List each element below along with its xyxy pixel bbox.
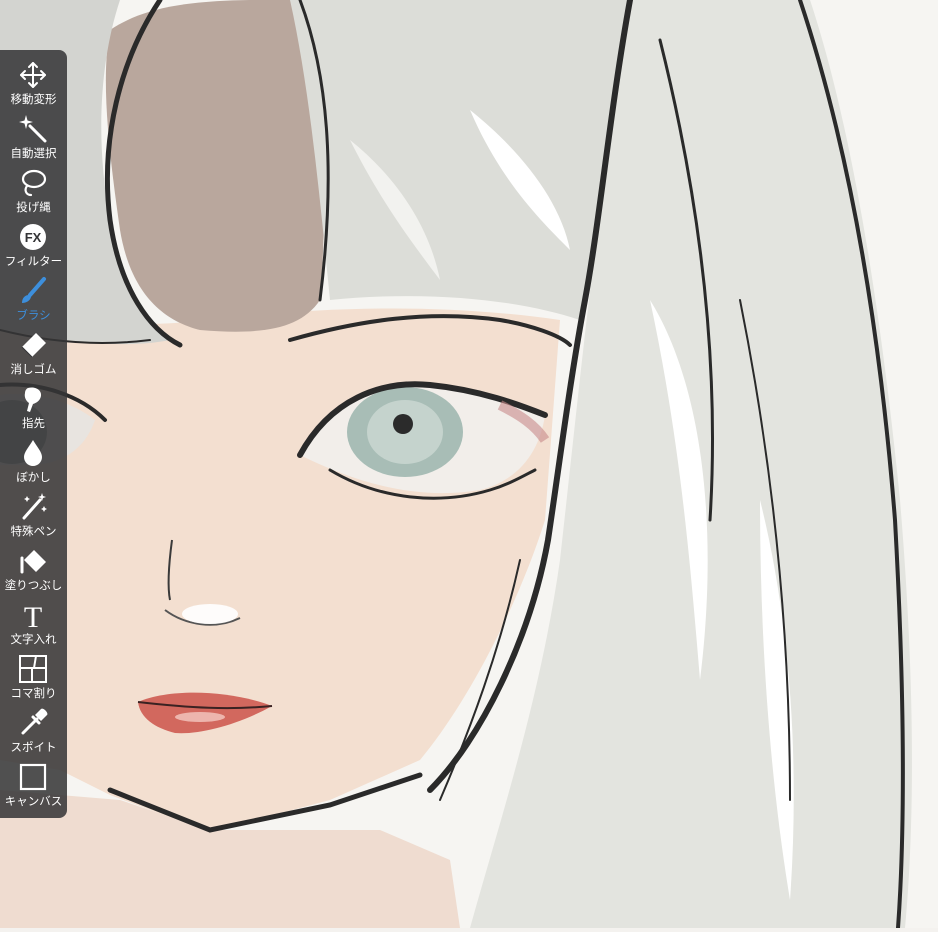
tool-text[interactable]: T 文字入れ bbox=[0, 596, 67, 650]
tool-label: フィルター bbox=[4, 254, 63, 268]
move-arrows-icon bbox=[18, 60, 48, 90]
tool-label: ブラシ bbox=[16, 308, 51, 322]
tool-auto-select[interactable]: 自動選択 bbox=[0, 110, 67, 164]
tool-filter[interactable]: FX フィルター bbox=[0, 218, 67, 272]
tool-label: スポイト bbox=[10, 740, 57, 754]
tool-fill[interactable]: 塗りつぶし bbox=[0, 542, 67, 596]
eyedropper-icon bbox=[18, 708, 48, 738]
drawing-canvas[interactable] bbox=[0, 0, 938, 930]
tool-label: 文字入れ bbox=[10, 632, 57, 646]
tool-label: キャンバス bbox=[4, 794, 63, 808]
svg-text:T: T bbox=[24, 601, 42, 630]
eraser-icon bbox=[18, 330, 48, 360]
tool-label: 消しゴム bbox=[10, 362, 57, 376]
tool-move-transform[interactable]: 移動変形 bbox=[0, 56, 67, 110]
tool-label: 移動変形 bbox=[10, 92, 57, 106]
tool-blur[interactable]: ぼかし bbox=[0, 434, 67, 488]
tool-canvas[interactable]: キャンバス bbox=[0, 758, 67, 812]
tool-eyedropper[interactable]: スポイト bbox=[0, 704, 67, 758]
drop-icon bbox=[18, 438, 48, 468]
paint-bucket-icon bbox=[18, 546, 48, 576]
tool-label: 投げ縄 bbox=[16, 200, 51, 214]
tool-label: ぼかし bbox=[16, 470, 51, 484]
tool-brush[interactable]: ブラシ bbox=[0, 272, 67, 326]
fx-icon: FX bbox=[18, 222, 48, 252]
tool-smudge[interactable]: 指先 bbox=[0, 380, 67, 434]
tool-lasso[interactable]: 投げ縄 bbox=[0, 164, 67, 218]
svg-text:FX: FX bbox=[25, 230, 42, 245]
tool-label: 塗りつぶし bbox=[4, 578, 63, 592]
artwork-illustration bbox=[0, 0, 938, 930]
tool-sidebar: 移動変形 自動選択 投げ縄 FX フィルター ブラシ 消しゴム 指先 ぼかし 特… bbox=[0, 50, 67, 818]
text-t-icon: T bbox=[18, 600, 48, 630]
tool-label: 自動選択 bbox=[10, 146, 57, 160]
lasso-icon bbox=[18, 168, 48, 198]
tool-label: 特殊ペン bbox=[10, 524, 57, 538]
tool-special-pen[interactable]: 特殊ペン bbox=[0, 488, 67, 542]
canvas-square-icon bbox=[18, 762, 48, 792]
sparkle-pen-icon bbox=[18, 492, 48, 522]
panels-icon bbox=[18, 654, 48, 684]
finger-smudge-icon bbox=[18, 384, 48, 414]
tool-eraser[interactable]: 消しゴム bbox=[0, 326, 67, 380]
tool-label: コマ割り bbox=[10, 686, 57, 700]
tool-label: 指先 bbox=[22, 416, 45, 430]
magic-wand-icon bbox=[18, 114, 48, 144]
tool-frame-divide[interactable]: コマ割り bbox=[0, 650, 67, 704]
brush-icon bbox=[18, 276, 48, 306]
